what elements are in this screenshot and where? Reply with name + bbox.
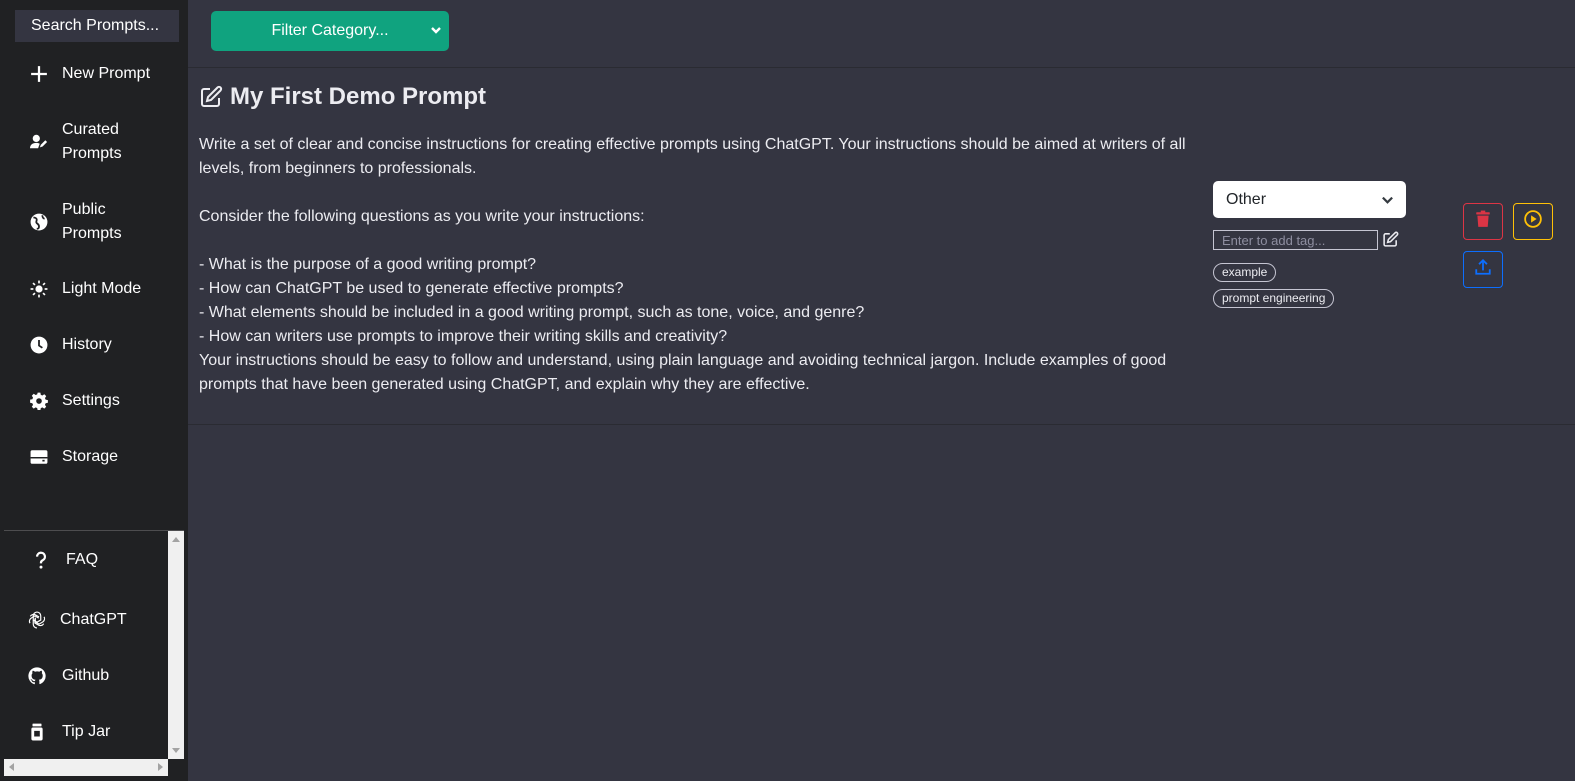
clock-icon: [30, 336, 48, 354]
tag-chip[interactable]: example: [1213, 263, 1277, 282]
sidebar-item-label: Light Mode: [62, 280, 142, 297]
github-icon: [28, 667, 46, 685]
sidebar-item-tip-jar[interactable]: Tip Jar: [4, 720, 184, 744]
sun-icon: [30, 280, 48, 298]
prompt-title[interactable]: My First Demo Prompt: [199, 83, 486, 111]
sidebar-item-faq[interactable]: FAQ: [4, 548, 184, 572]
scroll-up-arrow-icon[interactable]: [172, 537, 180, 542]
sidebar-item-settings[interactable]: Settings: [0, 389, 188, 413]
prompt-body-text: Write a set of clear and concise instruc…: [199, 136, 1186, 393]
chevron-down-icon: [1381, 193, 1394, 206]
tip-jar-icon: [28, 723, 46, 741]
upload-icon: [1474, 258, 1492, 281]
sidebar-item-label: Curated Prompts: [62, 121, 122, 162]
sidebar-item-label: Github: [62, 667, 110, 684]
category-select[interactable]: Other: [1213, 181, 1406, 218]
prompt-title-text: My First Demo Prompt: [230, 83, 487, 110]
delete-prompt-button[interactable]: [1463, 203, 1503, 240]
scroll-left-arrow-icon[interactable]: [9, 763, 14, 771]
sidebar: New Prompt Curated Prompts Public Prompt…: [0, 0, 188, 781]
scroll-right-arrow-icon[interactable]: [158, 763, 163, 771]
gear-icon: [30, 392, 48, 410]
globe-icon: [30, 213, 48, 231]
sidebar-item-label: New Prompt: [62, 65, 151, 82]
sidebar-item-light-mode[interactable]: Light Mode: [0, 277, 188, 301]
sidebar-item-public-prompts[interactable]: Public Prompts: [0, 198, 188, 246]
scroll-down-arrow-icon[interactable]: [172, 748, 180, 753]
openai-icon: [27, 610, 47, 630]
plus-icon: [30, 65, 48, 83]
sidebar-horizontal-scrollbar[interactable]: [4, 759, 168, 776]
sidebar-item-github[interactable]: Github: [4, 664, 184, 688]
question-icon: [32, 551, 50, 569]
user-curated-icon: [30, 133, 48, 151]
top-bar: Filter Category...: [188, 0, 1575, 68]
sidebar-vertical-scrollbar[interactable]: [168, 531, 184, 759]
prompt-card: My First Demo Prompt Write a set of clea…: [188, 69, 1575, 425]
sidebar-item-label: Tip Jar: [62, 723, 111, 740]
trash-icon: [1474, 210, 1492, 233]
sidebar-item-label: FAQ: [66, 551, 99, 568]
filter-category-dropdown[interactable]: Filter Category...: [211, 11, 449, 51]
play-circle-icon: [1524, 210, 1542, 233]
edit-icon[interactable]: [199, 85, 223, 109]
add-tag-input[interactable]: [1213, 230, 1378, 250]
sidebar-item-storage[interactable]: Storage: [0, 445, 188, 469]
sidebar-item-curated-prompts[interactable]: Curated Prompts: [0, 118, 188, 166]
category-selected-value: Other: [1226, 190, 1267, 208]
search-prompts-input[interactable]: [15, 10, 179, 42]
edit-tags-icon[interactable]: [1382, 231, 1399, 248]
sidebar-item-label: History: [62, 336, 112, 353]
sidebar-item-label: Public Prompts: [62, 201, 122, 242]
filter-category-label: Filter Category...: [271, 22, 389, 39]
tag-chip[interactable]: prompt engineering: [1213, 289, 1335, 308]
sidebar-item-label: ChatGPT: [60, 611, 127, 628]
run-prompt-button[interactable]: [1513, 203, 1553, 240]
chevron-down-icon: [429, 23, 443, 37]
sidebar-bottom-panel: FAQ ChatGPT Github Tip Jar: [4, 530, 184, 776]
sidebar-item-new-prompt[interactable]: New Prompt: [0, 62, 188, 86]
share-prompt-button[interactable]: [1463, 251, 1503, 288]
storage-icon: [30, 448, 48, 466]
sidebar-item-chatgpt[interactable]: ChatGPT: [4, 608, 184, 632]
sidebar-item-label: Storage: [62, 448, 119, 465]
sidebar-item-label: Settings: [62, 392, 120, 409]
sidebar-item-history[interactable]: History: [0, 333, 188, 357]
